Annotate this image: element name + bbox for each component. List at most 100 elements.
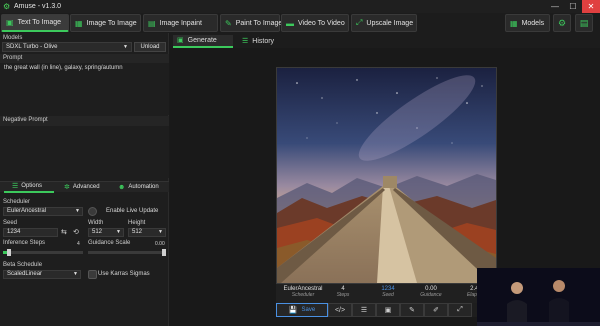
negative-prompt-input[interactable]: [0, 126, 169, 178]
karras-sigmas-checkbox[interactable]: [88, 270, 97, 279]
inference-steps-label: Inference Steps: [3, 240, 46, 246]
robot-icon: ☻: [118, 184, 126, 191]
models-button[interactable]: ▦ Models: [505, 14, 550, 32]
shuffle-icon[interactable]: ⇆: [61, 228, 67, 236]
inference-steps-slider[interactable]: [3, 249, 83, 256]
inpaint-icon: ▤: [148, 18, 156, 28]
guidance-scale-thumb[interactable]: [162, 249, 166, 256]
height-label: Height: [128, 220, 146, 226]
app-title: Amuse - v1.3.0: [14, 3, 62, 10]
guidance-scale-value: 0.00: [155, 241, 165, 247]
reset-icon[interactable]: ⟲: [73, 228, 79, 236]
image-action-bar: 💾 Save </> ☰ ▣ ✎ ✐ ⤢: [276, 303, 497, 317]
width-label: Width: [88, 220, 104, 226]
brush-icon: ✐: [433, 307, 439, 314]
mode-toolbar: ▣ Text To Image ▦ Image To Image ▤ Image…: [0, 13, 600, 33]
list-icon: ☰: [360, 307, 368, 314]
tab-paint-to-image[interactable]: ✎ Paint To Image: [220, 14, 282, 32]
chevron-down-icon: ▼: [158, 229, 163, 235]
info-steps: 4 Steps: [336, 286, 350, 298]
tab-text-to-image[interactable]: ▣ Text To Image: [1, 14, 69, 32]
live-update-label: Enable Live Update: [106, 208, 159, 214]
seed-label: Seed: [3, 220, 18, 226]
image-to-image-button[interactable]: ▣: [376, 303, 400, 317]
tab-image-to-image[interactable]: ▦ Image To Image: [70, 14, 141, 32]
scheduler-select[interactable]: EulerAncestral ▼: [3, 207, 83, 216]
expand-icon: ⤢: [457, 306, 463, 313]
video-icon: ▬: [286, 18, 294, 28]
upscale-button[interactable]: ⤢: [448, 303, 472, 317]
save-button[interactable]: 💾 Save: [276, 303, 328, 317]
settings-button[interactable]: ⚙: [553, 14, 571, 32]
title-bar: ⚙ Amuse - v1.3.0 — ☐ ✕: [0, 0, 600, 13]
inpaint-button[interactable]: ✎: [400, 303, 424, 317]
upscale-icon: ⤢: [356, 18, 363, 27]
tab-image-inpaint[interactable]: ▤ Image Inpaint: [143, 14, 218, 32]
logs-button[interactable]: ▤: [575, 14, 593, 32]
tab-generate[interactable]: ▣ Generate: [173, 35, 233, 48]
tab-upscale-image[interactable]: ⤢ Upscale Image: [351, 14, 417, 32]
gears-icon: ✲: [64, 184, 70, 191]
guidance-scale-slider[interactable]: [88, 249, 166, 256]
chevron-down-icon: ▼: [116, 229, 121, 235]
models-label: Models: [3, 35, 23, 41]
image-icon: ▣: [177, 37, 184, 44]
document-icon: ▤: [579, 17, 589, 28]
left-panel: Models SDXL Turbo - Olive ▼ Unload Promp…: [0, 33, 169, 326]
image-icon: ▣: [384, 307, 392, 314]
code-icon: </>: [334, 306, 346, 314]
generation-info-bar: EulerAncestral Scheduler 4 Steps 1234 Se…: [276, 284, 497, 303]
info-seed: 1234 Seed: [381, 286, 395, 298]
info-guidance: 0.00 Guidance: [420, 286, 442, 298]
seed-input[interactable]: 1234: [3, 228, 58, 237]
live-update-toggle[interactable]: [88, 207, 97, 216]
webcam-overlay: [477, 268, 600, 326]
scheduler-label: Scheduler: [3, 199, 31, 205]
gear-icon: ⚙: [557, 17, 567, 28]
inference-steps-thumb[interactable]: [7, 249, 12, 256]
tab-advanced[interactable]: ✲ Advanced: [64, 182, 114, 193]
sliders-icon: ☰: [12, 183, 19, 190]
tab-history[interactable]: ☰ History: [238, 35, 286, 48]
maximize-button[interactable]: ☐: [564, 0, 582, 13]
paint-button[interactable]: ✐: [424, 303, 448, 317]
generated-image: [276, 67, 497, 284]
unload-button[interactable]: Unload: [134, 42, 166, 52]
app-logo-icon: ⚙: [3, 1, 11, 11]
tab-automation[interactable]: ☻ Automation: [118, 182, 169, 193]
minimize-button[interactable]: —: [546, 0, 564, 13]
guidance-scale-label: Guidance Scale: [88, 240, 131, 246]
prompt-label: Prompt: [3, 55, 23, 61]
chevron-down-icon: ▼: [73, 271, 78, 277]
details-button[interactable]: ☰: [352, 303, 376, 317]
generated-image-art: [277, 68, 496, 283]
settings-tabs: ☰ Options ✲ Advanced ☻ Automation: [0, 181, 169, 193]
list-icon: ☰: [242, 38, 249, 45]
model-select[interactable]: SDXL Turbo - Olive ▼: [2, 42, 132, 52]
width-select[interactable]: 512 ▼: [88, 228, 124, 237]
close-button[interactable]: ✕: [582, 0, 600, 13]
save-icon: 💾: [288, 307, 298, 314]
negative-prompt-label: Negative Prompt: [3, 117, 48, 123]
code-button[interactable]: </>: [328, 303, 352, 317]
chevron-down-icon: ▼: [123, 44, 128, 50]
text-image-icon: ▣: [6, 18, 14, 27]
beta-schedule-label: Beta Schedule: [3, 262, 43, 268]
window-controls: — ☐ ✕: [546, 0, 600, 13]
beta-schedule-select[interactable]: ScaledLinear ▼: [3, 270, 81, 279]
inference-steps-value: 4: [77, 241, 80, 247]
paint-icon: ✎: [225, 18, 232, 28]
grid-icon: ▦: [510, 18, 518, 28]
main-tabs: ▣ Generate ☰ History: [170, 33, 600, 48]
tab-video-to-video[interactable]: ▬ Video To Video: [281, 14, 349, 32]
prompt-input[interactable]: the great wall (in line), galaxy, spring…: [0, 63, 169, 115]
chevron-down-icon: ▼: [75, 208, 80, 214]
image-image-icon: ▦: [75, 18, 83, 28]
presenters-image: [477, 268, 600, 326]
info-scheduler: EulerAncestral Scheduler: [283, 286, 323, 298]
tab-options[interactable]: ☰ Options: [4, 182, 54, 193]
negative-prompt-header: Negative Prompt: [0, 116, 169, 126]
edit-icon: ✎: [409, 307, 415, 314]
karras-sigmas-label: Use Karras Sigmas: [98, 271, 150, 277]
height-select[interactable]: 512 ▼: [128, 228, 166, 237]
